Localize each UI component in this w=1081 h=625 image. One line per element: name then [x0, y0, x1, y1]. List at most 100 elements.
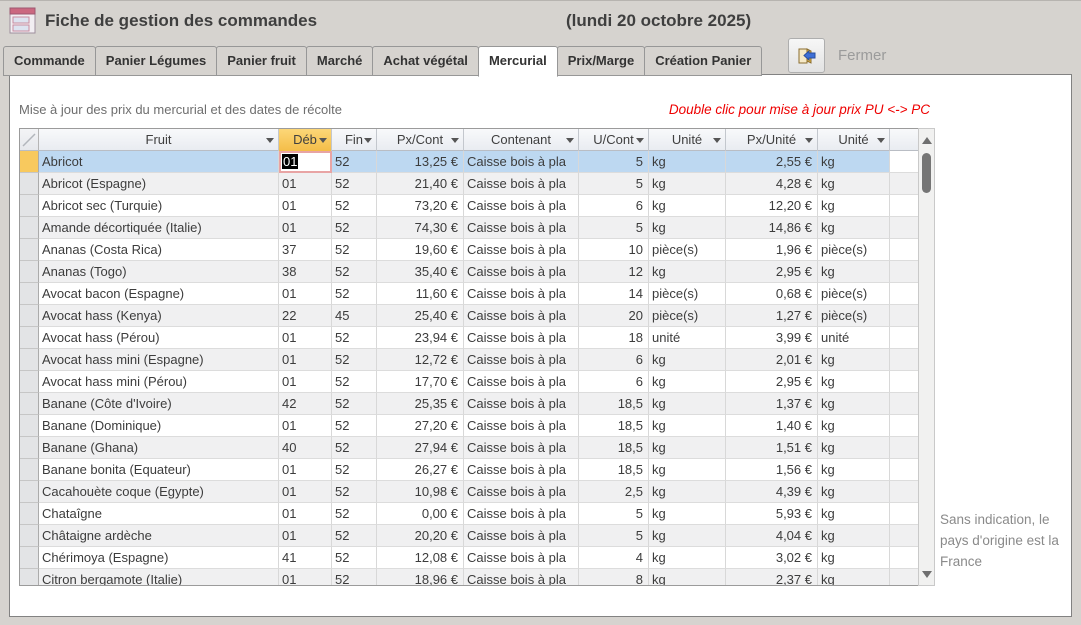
column-header-pxcont[interactable]: Px/Cont: [377, 129, 464, 151]
cell-contenant[interactable]: Caisse bois à pla: [464, 327, 579, 349]
cell-pxunite[interactable]: 1,37 €: [726, 393, 818, 415]
tab-mercurial[interactable]: Mercurial: [478, 46, 558, 77]
scrollbar-thumb[interactable]: [922, 153, 931, 193]
filter-dropdown-icon[interactable]: [364, 138, 372, 143]
row-selector[interactable]: [20, 283, 39, 305]
cell-fruit[interactable]: Avocat hass (Kenya): [39, 305, 279, 327]
cell-ucont[interactable]: 10: [579, 239, 649, 261]
cell-pxunite[interactable]: 1,56 €: [726, 459, 818, 481]
cell-pxcont[interactable]: 20,20 €: [377, 525, 464, 547]
cell-deb[interactable]: 01: [279, 217, 332, 239]
cell-pxcont[interactable]: 17,70 €: [377, 371, 464, 393]
cell-unite2[interactable]: pièce(s): [818, 239, 890, 261]
cell-pxunite[interactable]: 3,02 €: [726, 547, 818, 569]
cell-unite2[interactable]: kg: [818, 151, 890, 173]
cell-unite[interactable]: pièce(s): [649, 283, 726, 305]
cell-pxunite[interactable]: 14,86 €: [726, 217, 818, 239]
cell-fin[interactable]: 52: [332, 547, 377, 569]
cell-pxunite[interactable]: 2,01 €: [726, 349, 818, 371]
row-selector[interactable]: [20, 393, 39, 415]
row-selector[interactable]: [20, 569, 39, 586]
column-header-contenant[interactable]: Contenant: [464, 129, 579, 151]
row-selector[interactable]: [20, 173, 39, 195]
row-selector[interactable]: [20, 261, 39, 283]
cell-pxcont[interactable]: 12,72 €: [377, 349, 464, 371]
cell-fruit[interactable]: Avocat hass mini (Pérou): [39, 371, 279, 393]
cell-deb[interactable]: 01: [279, 349, 332, 371]
tab-march-[interactable]: Marché: [306, 46, 374, 76]
cell-deb[interactable]: 01: [279, 195, 332, 217]
cell-deb[interactable]: 42: [279, 393, 332, 415]
cell-deb[interactable]: 01: [279, 481, 332, 503]
cell-unite2[interactable]: kg: [818, 173, 890, 195]
cell-pxunite[interactable]: 5,93 €: [726, 503, 818, 525]
cell-ucont[interactable]: 5: [579, 525, 649, 547]
cell-fruit[interactable]: Amande décortiquée (Italie): [39, 217, 279, 239]
cell-deb[interactable]: 01: [279, 415, 332, 437]
column-header-deb[interactable]: Déb: [279, 129, 332, 151]
cell-pxcont[interactable]: 73,20 €: [377, 195, 464, 217]
scroll-up-button[interactable]: [919, 132, 934, 148]
cell-contenant[interactable]: Caisse bois à pla: [464, 261, 579, 283]
cell-fruit[interactable]: Avocat hass mini (Espagne): [39, 349, 279, 371]
row-selector[interactable]: [20, 547, 39, 569]
cell-unite2[interactable]: pièce(s): [818, 283, 890, 305]
cell-pxunite[interactable]: 2,95 €: [726, 261, 818, 283]
cell-pxunite[interactable]: 2,37 €: [726, 569, 818, 586]
cell-fruit[interactable]: Avocat hass (Pérou): [39, 327, 279, 349]
cell-fin[interactable]: 52: [332, 173, 377, 195]
cell-unite[interactable]: kg: [649, 195, 726, 217]
cell-fruit[interactable]: Banane (Côte d'Ivoire): [39, 393, 279, 415]
cell-fruit[interactable]: Banane (Dominique): [39, 415, 279, 437]
cell-pxcont[interactable]: 10,98 €: [377, 481, 464, 503]
cell-pxcont[interactable]: 21,40 €: [377, 173, 464, 195]
cell-contenant[interactable]: Caisse bois à pla: [464, 349, 579, 371]
cell-fin[interactable]: 52: [332, 283, 377, 305]
cell-fruit[interactable]: Châtaigne ardèche: [39, 525, 279, 547]
cell-fin[interactable]: 52: [332, 393, 377, 415]
row-selector[interactable]: [20, 525, 39, 547]
cell-unite[interactable]: unité: [649, 327, 726, 349]
close-form-button[interactable]: [788, 38, 825, 73]
cell-fin[interactable]: 52: [332, 525, 377, 547]
cell-fruit[interactable]: Avocat bacon (Espagne): [39, 283, 279, 305]
cell-fruit[interactable]: Banane bonita (Equateur): [39, 459, 279, 481]
cell-fin[interactable]: 52: [332, 481, 377, 503]
cell-contenant[interactable]: Caisse bois à pla: [464, 195, 579, 217]
cell-pxunite[interactable]: 1,27 €: [726, 305, 818, 327]
cell-pxcont[interactable]: 27,20 €: [377, 415, 464, 437]
cell-deb[interactable]: 22: [279, 305, 332, 327]
cell-unite2[interactable]: kg: [818, 459, 890, 481]
cell-contenant[interactable]: Caisse bois à pla: [464, 393, 579, 415]
cell-pxunite[interactable]: 12,20 €: [726, 195, 818, 217]
cell-deb[interactable]: 38: [279, 261, 332, 283]
cell-unite[interactable]: kg: [649, 459, 726, 481]
filter-dropdown-icon[interactable]: [636, 138, 644, 143]
cell-pxcont[interactable]: 23,94 €: [377, 327, 464, 349]
cell-unite2[interactable]: kg: [818, 481, 890, 503]
cell-pxunite[interactable]: 2,95 €: [726, 371, 818, 393]
cell-contenant[interactable]: Caisse bois à pla: [464, 239, 579, 261]
tab-commande[interactable]: Commande: [3, 46, 96, 76]
cell-unite2[interactable]: kg: [818, 503, 890, 525]
column-header-unite[interactable]: Unité: [649, 129, 726, 151]
cell-unite[interactable]: kg: [649, 525, 726, 547]
cell-pxcont[interactable]: 74,30 €: [377, 217, 464, 239]
cell-deb[interactable]: 37: [279, 239, 332, 261]
cell-unite2[interactable]: kg: [818, 195, 890, 217]
cell-pxcont[interactable]: 18,96 €: [377, 569, 464, 586]
filter-dropdown-icon[interactable]: [805, 138, 813, 143]
cell-fin[interactable]: 52: [332, 503, 377, 525]
cell-unite2[interactable]: pièce(s): [818, 305, 890, 327]
row-selector[interactable]: [20, 151, 39, 173]
cell-pxunite[interactable]: 0,68 €: [726, 283, 818, 305]
filter-dropdown-icon[interactable]: [319, 138, 327, 143]
tab-panier-fruit[interactable]: Panier fruit: [216, 46, 307, 76]
cell-ucont[interactable]: 18,5: [579, 393, 649, 415]
filter-dropdown-icon[interactable]: [266, 138, 274, 143]
row-selector[interactable]: [20, 195, 39, 217]
cell-unite2[interactable]: kg: [818, 261, 890, 283]
cell-pxunite[interactable]: 4,28 €: [726, 173, 818, 195]
cell-fin[interactable]: 52: [332, 415, 377, 437]
cell-fruit[interactable]: Chataîgne: [39, 503, 279, 525]
